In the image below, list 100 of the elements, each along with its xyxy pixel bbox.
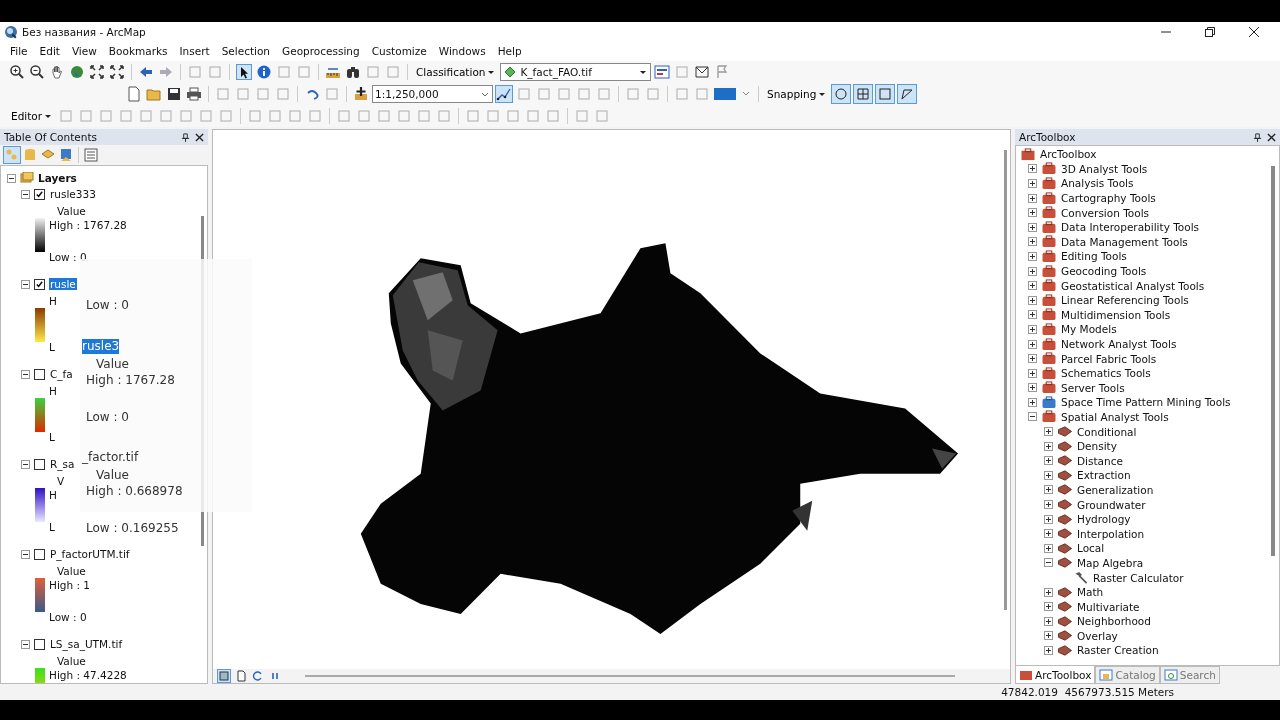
tree-item[interactable]: Geocoding Tools (1061, 265, 1147, 278)
layer-checkbox[interactable] (34, 368, 45, 380)
expand-icon[interactable] (1044, 485, 1053, 495)
expand-icon[interactable] (1028, 251, 1037, 261)
histogram-icon[interactable] (654, 64, 671, 80)
snapping-menu[interactable]: Snapping (764, 88, 830, 100)
editor-pen-icon[interactable] (496, 86, 512, 102)
expand-icon[interactable] (1028, 354, 1037, 364)
menu-item[interactable]: View (65, 45, 103, 57)
menu-item[interactable]: Geoprocessing (276, 45, 366, 57)
tree-item[interactable]: Spatial Analyst Tools (1061, 411, 1169, 423)
extent-arrows-icon[interactable] (109, 64, 125, 80)
tree-item[interactable]: Parcel Fabric Tools (1061, 352, 1157, 365)
tree-item[interactable]: Analysis Tools (1061, 177, 1134, 190)
expand-icon[interactable] (1044, 514, 1053, 524)
layer-checkbox[interactable] (34, 548, 45, 560)
menu-item[interactable]: Bookmarks (102, 45, 174, 57)
expand-icon[interactable] (1028, 310, 1037, 320)
printer-icon[interactable] (186, 86, 202, 102)
tree-item[interactable]: Extraction (1077, 469, 1131, 482)
tree-item[interactable]: Space Time Pattern Mining Tools (1061, 396, 1231, 409)
menu-item[interactable]: Selection (215, 45, 277, 57)
refresh-icon[interactable] (252, 670, 264, 682)
tree-item[interactable]: Cartography Tools (1061, 192, 1156, 205)
restore-icon[interactable] (1205, 26, 1215, 37)
expand-icon[interactable] (1028, 237, 1037, 247)
tree-item[interactable]: Schematics Tools (1061, 367, 1151, 380)
expand-icon[interactable] (1028, 281, 1037, 291)
tree-item[interactable]: Interpolation (1077, 527, 1145, 540)
binoculars-icon[interactable] (345, 64, 361, 80)
pin-icon[interactable] (1253, 132, 1262, 142)
menu-item[interactable]: File (4, 45, 34, 57)
classification-menu[interactable]: Classification (413, 66, 499, 78)
expand-icon[interactable] (1028, 339, 1037, 349)
tree-item[interactable]: Multidimension Tools (1061, 308, 1171, 321)
snap-mode-icon[interactable] (853, 84, 874, 104)
collapse-icon[interactable] (21, 279, 30, 289)
layer-name[interactable]: P_factorUTM.tif (49, 548, 131, 560)
close-icon[interactable] (195, 132, 204, 142)
expand-icon[interactable] (1028, 324, 1037, 334)
tree-item[interactable]: Neighborhood (1077, 615, 1151, 628)
collapse-icon[interactable] (1028, 412, 1037, 422)
extent-arrows-icon[interactable] (89, 64, 105, 80)
collapse-icon[interactable] (1044, 558, 1053, 568)
expand-icon[interactable] (1044, 529, 1053, 539)
tree-item[interactable]: ArcToolbox (1040, 148, 1097, 161)
tree-item[interactable]: My Models (1061, 323, 1117, 336)
envelope-icon[interactable] (694, 64, 711, 80)
expand-icon[interactable] (1044, 500, 1053, 510)
expand-icon[interactable] (1044, 587, 1053, 597)
tree-item[interactable]: Overlay (1077, 629, 1118, 642)
layer-name[interactable]: rusle (49, 278, 77, 290)
zoom-out-icon[interactable] (29, 64, 45, 80)
tree-item[interactable]: Raster Creation (1077, 644, 1159, 657)
expand-icon[interactable] (1028, 397, 1037, 407)
expand-icon[interactable] (1044, 616, 1053, 626)
tree-item[interactable]: Groundwater (1077, 498, 1146, 511)
layer-checkbox[interactable] (34, 638, 45, 650)
tree-item[interactable]: Data Management Tools (1061, 235, 1188, 248)
info-icon[interactable] (256, 64, 272, 80)
tree-item[interactable]: Conversion Tools (1061, 206, 1150, 219)
scale-dropdown[interactable]: 1:1,250,000 (372, 85, 493, 103)
expand-icon[interactable] (1028, 295, 1037, 305)
tree-item[interactable]: Local (1077, 542, 1105, 555)
collapse-icon[interactable] (21, 369, 30, 379)
menu-item[interactable]: Insert (173, 45, 216, 57)
zoom-in-icon[interactable] (9, 64, 25, 80)
snap-mode-icon[interactable] (831, 84, 852, 104)
tree-item[interactable]: Linear Referencing Tools (1061, 294, 1189, 307)
tree-item[interactable]: Conditional (1077, 425, 1137, 438)
close-icon[interactable] (1267, 132, 1276, 142)
expand-icon[interactable] (1028, 266, 1037, 276)
panel-tab[interactable]: ArcToolbox (1015, 666, 1096, 684)
layer-checkbox[interactable] (34, 278, 45, 290)
collapse-icon[interactable] (21, 549, 30, 559)
editor-menu[interactable]: Editor (8, 110, 56, 122)
snap-mode-icon[interactable] (875, 84, 896, 104)
data-frame-label[interactable]: Layers (38, 172, 77, 184)
tree-item[interactable]: Data Interoperability Tools (1061, 221, 1200, 234)
expand-icon[interactable] (1044, 441, 1053, 451)
snap-mode-icon[interactable] (897, 84, 918, 104)
layer-dropdown[interactable]: K_fact_FAO.tif (500, 63, 652, 81)
hand-icon[interactable] (49, 64, 65, 80)
tree-item[interactable]: Raster Calculator (1093, 571, 1184, 584)
expand-icon[interactable] (1044, 427, 1053, 437)
menu-item[interactable]: Edit (33, 45, 66, 57)
pin-icon[interactable] (181, 132, 190, 142)
tree-item[interactable]: Map Algebra (1077, 556, 1144, 569)
panel-tab[interactable]: Catalog (1095, 666, 1160, 684)
layer-name[interactable]: R_sa (49, 458, 76, 470)
layer-name[interactable]: C_fa (49, 368, 74, 380)
save-icon[interactable] (166, 86, 182, 102)
expand-icon[interactable] (1044, 456, 1053, 466)
tree-item[interactable]: Geostatistical Analyst Tools (1061, 279, 1205, 292)
expand-icon[interactable] (1044, 602, 1053, 612)
tree-item[interactable]: Server Tools (1061, 381, 1125, 394)
layer-name[interactable]: rusle333 (49, 188, 97, 200)
tree-item[interactable]: Generalization (1077, 483, 1154, 496)
tree-item[interactable]: 3D Analyst Tools (1061, 162, 1148, 175)
expand-icon[interactable] (1028, 193, 1037, 203)
